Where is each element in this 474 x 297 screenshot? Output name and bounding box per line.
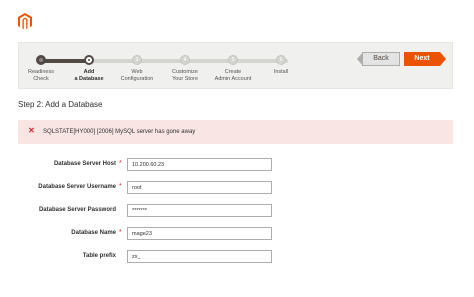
form-row-password: Database Server Password — [0, 204, 474, 218]
step-number: 3 — [135, 57, 139, 63]
error-message-text: SQLSTATE[HY000] [2006] MySQL server has … — [43, 129, 196, 135]
required-marker: * — [119, 160, 122, 167]
host-label: Database Server Host — [53, 161, 116, 167]
error-message-box: ✕ SQLSTATE[HY000] [2006] MySQL server ha… — [18, 120, 453, 144]
password-label: Database Server Password — [38, 207, 116, 213]
db-name-label: Database Name — [71, 230, 116, 236]
database-host-input[interactable] — [127, 158, 272, 171]
database-password-input[interactable] — [127, 204, 272, 217]
page-title: Step 2: Add a Database — [18, 100, 103, 109]
magento-logo-icon — [18, 13, 32, 30]
next-button[interactable]: Next — [404, 52, 446, 66]
username-label: Database Server Username — [38, 184, 116, 190]
form-row-username: Database Server Username * — [0, 181, 474, 195]
required-marker: * — [119, 183, 122, 190]
form-row-db-name: Database Name * — [0, 227, 474, 241]
form-row-host: Database Server Host * — [0, 158, 474, 172]
step-number: 5 — [231, 57, 235, 63]
table-prefix-label: Table prefix — [82, 253, 116, 259]
required-marker: * — [119, 229, 122, 236]
step-dot-current — [84, 55, 94, 65]
step-dot-completed — [36, 55, 46, 65]
error-x-icon: ✕ — [28, 126, 35, 135]
table-prefix-input[interactable] — [127, 250, 272, 263]
database-name-input[interactable] — [127, 227, 272, 240]
back-button[interactable]: Back — [357, 52, 400, 66]
step-label: Install — [273, 69, 289, 75]
database-username-input[interactable] — [127, 181, 272, 194]
progress-track-fill — [41, 59, 89, 63]
progress-track — [41, 59, 288, 63]
step-number: 6 — [279, 57, 283, 63]
form-row-prefix: Table prefix — [0, 250, 474, 264]
step-number: 4 — [183, 57, 187, 63]
